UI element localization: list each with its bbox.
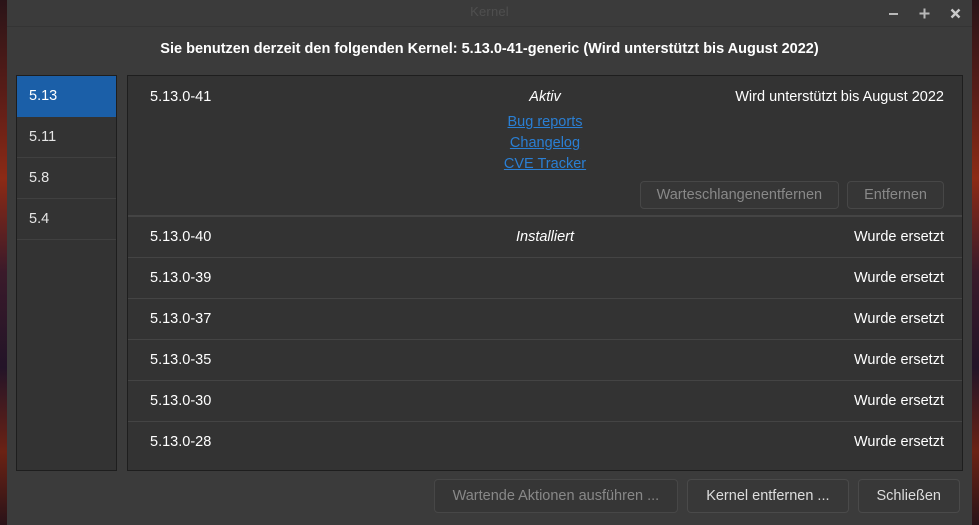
close-button[interactable]: Schließen xyxy=(857,479,960,513)
kernel-support: Wurde ersetzt xyxy=(854,229,944,245)
minimize-icon[interactable] xyxy=(885,5,902,22)
kernel-version: 5.13.0-35 xyxy=(150,352,212,368)
queue-remove-button[interactable]: Warteschlangenentfernen xyxy=(639,181,840,209)
table-row[interactable]: 5.13.0-39 Wurde ersetzt xyxy=(128,257,962,298)
kernel-version: 5.13.0-41 xyxy=(150,88,212,105)
table-row[interactable]: 5.13.0-30 Wurde ersetzt xyxy=(128,380,962,421)
sidebar-item-label: 5.13 xyxy=(29,88,58,104)
window-controls xyxy=(885,0,964,27)
kernel-support: Wurde ersetzt xyxy=(854,270,944,286)
active-kernel-entry[interactable]: 5.13.0-41 Aktiv Wird unterstützt bis Aug… xyxy=(128,76,962,216)
link-cve-tracker[interactable]: CVE Tracker xyxy=(504,156,586,172)
kernel-support: Wurde ersetzt xyxy=(854,352,944,368)
kernel-version: 5.13.0-40 xyxy=(150,229,212,245)
content-area: 5.13 5.11 5.8 5.4 5.13.0-41 Aktiv Wird u… xyxy=(7,71,972,471)
entry-action-buttons: Warteschlangenentfernen Entfernen xyxy=(128,172,962,209)
active-kernel-row[interactable]: 5.13.0-41 Aktiv Wird unterstützt bis Aug… xyxy=(128,76,962,117)
sidebar-item-5-11[interactable]: 5.11 xyxy=(17,117,116,158)
window-title: Kernel xyxy=(470,4,509,19)
kernel-version: 5.13.0-37 xyxy=(150,311,212,327)
header-bar: Sie benutzen derzeit den folgenden Kerne… xyxy=(7,27,972,71)
kernel-support: Wird unterstützt bis August 2022 xyxy=(735,88,944,105)
sidebar-item-label: 5.11 xyxy=(29,129,57,145)
current-kernel-heading: Sie benutzen derzeit den folgenden Kerne… xyxy=(160,41,819,57)
close-icon[interactable] xyxy=(947,5,964,22)
kernel-support: Wurde ersetzt xyxy=(854,434,944,450)
kernel-list-panel[interactable]: 5.13.0-41 Aktiv Wird unterstützt bis Aug… xyxy=(127,75,963,471)
remove-kernel-button[interactable]: Kernel entfernen ... xyxy=(687,479,849,513)
kernel-links: Bug reports Changelog CVE Tracker xyxy=(128,114,962,172)
remove-button[interactable]: Entfernen xyxy=(847,181,944,209)
sidebar-item-5-4[interactable]: 5.4 xyxy=(17,199,116,240)
footer-bar: Wartende Aktionen ausführen ... Kernel e… xyxy=(7,467,972,525)
kernel-support: Wurde ersetzt xyxy=(854,311,944,327)
sidebar-item-label: 5.4 xyxy=(29,211,50,227)
link-changelog[interactable]: Changelog xyxy=(510,135,580,151)
maximize-icon[interactable] xyxy=(916,5,933,22)
sidebar-item-5-13[interactable]: 5.13 xyxy=(17,76,116,117)
sidebar-item-label: 5.8 xyxy=(29,170,50,186)
series-sidebar[interactable]: 5.13 5.11 5.8 5.4 xyxy=(16,75,117,471)
kernel-state: Installiert xyxy=(515,229,575,245)
table-row[interactable]: 5.13.0-35 Wurde ersetzt xyxy=(128,339,962,380)
table-row[interactable]: 5.13.0-37 Wurde ersetzt xyxy=(128,298,962,339)
table-row[interactable]: 5.13.0-28 Wurde ersetzt xyxy=(128,421,962,462)
title-bar: Kernel xyxy=(7,0,972,27)
sidebar-item-5-8[interactable]: 5.8 xyxy=(17,158,116,199)
kernel-version: 5.13.0-28 xyxy=(150,434,212,450)
kernel-version: 5.13.0-30 xyxy=(150,393,212,409)
table-row[interactable]: 5.13.0-40 Installiert Wurde ersetzt xyxy=(128,216,962,257)
kernel-window: Kernel Sie benutzen derzeit den folgende… xyxy=(7,0,972,525)
kernel-support: Wurde ersetzt xyxy=(854,393,944,409)
kernel-version: 5.13.0-39 xyxy=(150,270,212,286)
run-pending-actions-button[interactable]: Wartende Aktionen ausführen ... xyxy=(433,479,679,513)
